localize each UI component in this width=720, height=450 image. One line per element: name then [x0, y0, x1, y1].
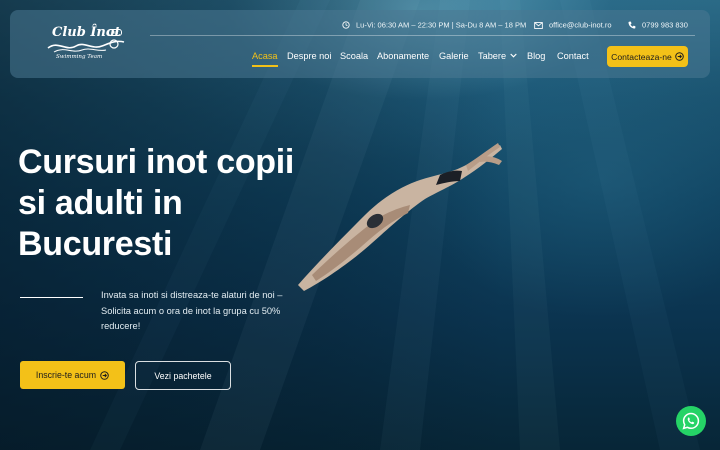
decorative-line [20, 297, 83, 298]
hero-title: Cursuri inot copii si adulti in Bucurest… [18, 142, 318, 265]
hero-title-line-3: Bucuresti [18, 225, 173, 263]
nav-item-acasa[interactable]: Acasa [252, 51, 278, 67]
email-text: office@club-inot.ro [549, 20, 612, 30]
nav-item-abonamente[interactable]: Abonamente [377, 51, 429, 61]
hero-title-line-1: Cursuri inot copii [18, 143, 295, 181]
hero-title-line-2: si adulti in [18, 184, 183, 222]
nav-item-scoala[interactable]: Scoala [340, 51, 368, 61]
whatsapp-button[interactable] [676, 406, 706, 436]
club-logo[interactable]: Club Înot EST Swimming Team [44, 22, 134, 66]
sign-up-label: Inscrie-te acum [35, 370, 97, 380]
phone-contact[interactable]: 0799 983 830 [628, 20, 688, 30]
swimmer-image [298, 143, 502, 291]
opening-hours-text: Lu-Vi: 06:30 AM – 22:30 PM | Sa-Du 8 AM … [356, 20, 527, 30]
contact-us-button[interactable]: Contacteaza-ne [607, 46, 688, 67]
nav-item-tabere[interactable]: Tabere [478, 51, 517, 61]
whatsapp-icon [676, 406, 706, 436]
wave-icon [47, 39, 125, 53]
logo-subtitle: Swimming Team [56, 54, 103, 60]
nav-item-contact[interactable]: Contact [557, 51, 589, 61]
nav-item-despre-noi[interactable]: Despre noi [287, 51, 331, 61]
chevron-down-icon [510, 53, 517, 58]
clock-icon [342, 21, 350, 29]
sign-up-button[interactable]: Inscrie-te acum [20, 361, 125, 389]
nav-item-galerie[interactable]: Galerie [439, 51, 469, 61]
view-packages-button[interactable]: Vezi pachetele [135, 361, 231, 390]
arrow-circle-right-icon [675, 52, 684, 61]
nav-item-blog[interactable]: Blog [527, 51, 545, 61]
hero-description: Invata sa inoti si distreaza-te alaturi … [101, 290, 283, 332]
contact-us-label: Contacteaza-ne [611, 51, 672, 62]
email-contact[interactable]: office@club-inot.ro [534, 20, 612, 30]
header-divider [150, 35, 695, 36]
email-icon [534, 21, 543, 29]
logo-est: EST [108, 29, 122, 36]
opening-hours: Lu-Vi: 06:30 AM – 22:30 PM | Sa-Du 8 AM … [342, 20, 526, 30]
phone-text: 0799 983 830 [642, 20, 688, 30]
phone-icon [628, 21, 636, 29]
nav-item-tabere-label: Tabere [478, 51, 507, 61]
header-bar: Club Înot EST Swimming Team Lu-Vi: 06:30… [10, 10, 710, 78]
arrow-circle-right-icon [100, 370, 109, 380]
